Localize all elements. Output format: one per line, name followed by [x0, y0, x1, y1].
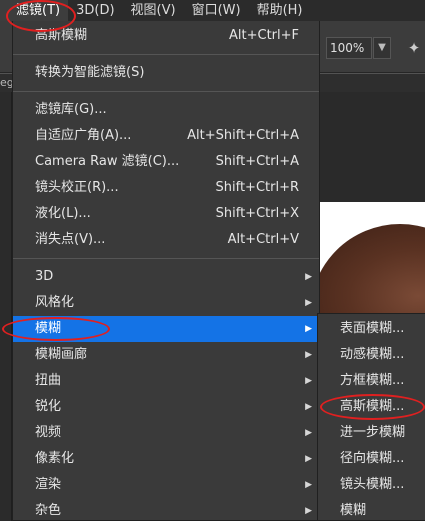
menu-item-label: 像素化: [35, 451, 75, 466]
menu-item-last-filter[interactable]: 高斯模糊 Alt+Ctrl+F: [13, 23, 319, 49]
submenu-item-radial-blur[interactable]: 径向模糊...: [318, 446, 425, 472]
submenu-item-lens-blur[interactable]: 镜头模糊...: [318, 472, 425, 498]
menu-separator: [13, 54, 319, 55]
menu-item-noise[interactable]: 杂色 ▶: [13, 498, 319, 521]
menu-item-label: 液化(L)...: [35, 206, 91, 221]
menubar: 滤镜(T) 3D(D) 视图(V) 窗口(W) 帮助(H): [0, 0, 425, 21]
submenu-arrow-icon: ▶: [305, 506, 312, 516]
menu-3d[interactable]: 3D(D): [68, 0, 122, 21]
menu-item-label: 模糊画廊: [35, 347, 88, 362]
menu-item-blur[interactable]: 模糊 ▶: [13, 316, 319, 342]
menu-item-label: 视频: [35, 425, 62, 440]
submenu-arrow-icon: ▶: [305, 480, 312, 490]
shortcut-label: Shift+Ctrl+X: [215, 206, 299, 221]
submenu-arrow-icon: ▶: [305, 428, 312, 438]
menu-item-label: 高斯模糊: [35, 28, 88, 43]
menu-item-liquify[interactable]: 液化(L)... Shift+Ctrl+X: [13, 201, 319, 227]
menu-item-label: 消失点(V)...: [35, 232, 106, 247]
menu-filter[interactable]: 滤镜(T): [0, 0, 69, 21]
menu-item-pixelate[interactable]: 像素化 ▶: [13, 446, 319, 472]
menu-item-label: 锐化: [35, 399, 62, 414]
menu-help[interactable]: 帮助(H): [249, 0, 311, 21]
menu-item-label: 转换为智能滤镜(S): [35, 65, 145, 80]
menu-item-label: 滤镜库(G)...: [35, 102, 107, 117]
chevron-down-icon[interactable]: ▼: [373, 37, 391, 59]
menu-item-label: Camera Raw 滤镜(C)...: [35, 154, 180, 169]
menu-item-label: 3D: [35, 269, 54, 284]
photoshop-window: 100% ▼ ✦ eg 滤镜(T) 3D(D) 视图(V) 窗口(W) 帮助(H…: [0, 0, 425, 521]
shortcut-label: Shift+Ctrl+R: [215, 180, 300, 195]
menu-view[interactable]: 视图(V): [123, 0, 184, 21]
submenu-item-gaussian-blur[interactable]: 高斯模糊...: [318, 394, 425, 420]
menu-item-label: 风格化: [35, 295, 75, 310]
menu-item-vanishing-point[interactable]: 消失点(V)... Alt+Ctrl+V: [13, 227, 319, 253]
menu-item-label: 自适应广角(A)...: [35, 128, 132, 143]
menu-item-blur-gallery[interactable]: 模糊画廊 ▶: [13, 342, 319, 368]
menu-item-sharpen[interactable]: 锐化 ▶: [13, 394, 319, 420]
submenu-arrow-icon: ▶: [305, 324, 312, 334]
menu-item-stylize[interactable]: 风格化 ▶: [13, 290, 319, 316]
shortcut-label: Alt+Shift+Ctrl+A: [187, 128, 299, 143]
menu-item-camera-raw[interactable]: Camera Raw 滤镜(C)... Shift+Ctrl+A: [13, 149, 319, 175]
menu-window[interactable]: 窗口(W): [184, 0, 249, 21]
menu-item-label: 扭曲: [35, 373, 62, 388]
submenu-item-motion-blur[interactable]: 动感模糊...: [318, 342, 425, 368]
submenu-arrow-icon: ▶: [305, 454, 312, 464]
submenu-arrow-icon: ▶: [305, 272, 312, 282]
menu-item-label: 镜头校正(R)...: [35, 180, 119, 195]
shortcut-label: Alt+Ctrl+F: [229, 28, 299, 43]
submenu-arrow-icon: ▶: [305, 402, 312, 412]
menu-separator: [13, 258, 319, 259]
submenu-item-box-blur[interactable]: 方框模糊...: [318, 368, 425, 394]
menu-item-render[interactable]: 渲染 ▶: [13, 472, 319, 498]
filter-menu: 高斯模糊 Alt+Ctrl+F 转换为智能滤镜(S) 滤镜库(G)... 自适应…: [12, 21, 320, 521]
menu-separator: [13, 91, 319, 92]
menu-item-label: 杂色: [35, 503, 62, 518]
menu-item-lens-correction[interactable]: 镜头校正(R)... Shift+Ctrl+R: [13, 175, 319, 201]
submenu-item-blur[interactable]: 模糊: [318, 498, 425, 521]
submenu-arrow-icon: ▶: [305, 376, 312, 386]
submenu-arrow-icon: ▶: [305, 298, 312, 308]
menu-item-adaptive-wide-angle[interactable]: 自适应广角(A)... Alt+Shift+Ctrl+A: [13, 123, 319, 149]
submenu-item-blur-more[interactable]: 进一步模糊: [318, 420, 425, 446]
blur-submenu: 表面模糊... 动感模糊... 方框模糊... 高斯模糊... 进一步模糊 径向…: [317, 313, 425, 521]
tools-panel: [0, 92, 12, 521]
menu-item-filter-gallery[interactable]: 滤镜库(G)...: [13, 97, 319, 123]
menu-item-label: 模糊: [35, 321, 62, 336]
menu-item-video[interactable]: 视频 ▶: [13, 420, 319, 446]
submenu-item-surface-blur[interactable]: 表面模糊...: [318, 316, 425, 342]
submenu-arrow-icon: ▶: [305, 350, 312, 360]
airbrush-icon[interactable]: ✦: [404, 38, 424, 58]
menu-item-convert-smart-filter[interactable]: 转换为智能滤镜(S): [13, 60, 319, 86]
menu-item-distort[interactable]: 扭曲 ▶: [13, 368, 319, 394]
shortcut-label: Alt+Ctrl+V: [227, 232, 299, 247]
zoom-select[interactable]: 100%: [326, 37, 372, 59]
canvas-area: [320, 92, 425, 202]
menu-item-label: 渲染: [35, 477, 62, 492]
shortcut-label: Shift+Ctrl+A: [215, 154, 299, 169]
menu-item-3d[interactable]: 3D ▶: [13, 264, 319, 290]
